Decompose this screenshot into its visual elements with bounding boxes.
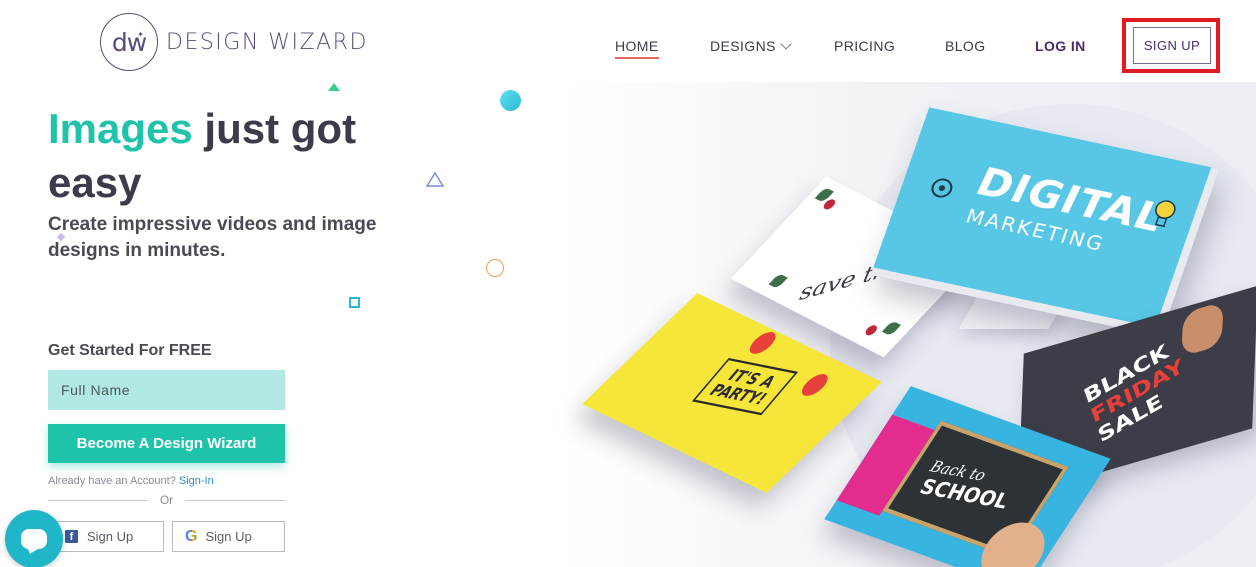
- hero-illustration: save the date DIGITAL MARKETING IT'S A P…: [580, 84, 1256, 567]
- divider-line-right: [185, 499, 285, 501]
- chevron-down-icon: [780, 38, 792, 50]
- nav-designs-label: DESIGNS: [710, 38, 776, 54]
- or-divider: Or: [48, 493, 285, 507]
- decor-circle-cyan: [500, 90, 521, 111]
- decor-triangle-outline: [426, 172, 444, 187]
- divider-line-left: [48, 499, 148, 501]
- leaf-decoration: [881, 320, 902, 337]
- chat-icon: [21, 529, 47, 549]
- party-sign: IT'S A PARTY!: [691, 357, 799, 416]
- sparkle-icon: ✦: [137, 30, 144, 39]
- logo-monogram: dw ✦: [100, 13, 158, 71]
- balloon-decoration: [796, 371, 833, 399]
- decor-circle-orange: [486, 259, 504, 277]
- black-friday-text: BLACK FRIDAY SALE: [1081, 337, 1193, 448]
- or-label: Or: [159, 493, 174, 507]
- become-wizard-button[interactable]: Become A Design Wizard: [48, 424, 285, 463]
- nav-blog-link[interactable]: BLOG: [945, 38, 986, 54]
- decor-square-cyan: [349, 297, 360, 308]
- nav-pricing-link[interactable]: PRICING: [834, 38, 895, 54]
- gear-icon: [931, 178, 953, 198]
- brand-logo[interactable]: dw ✦ DESIGN WIZARD: [100, 13, 368, 71]
- brand-name: DESIGN WIZARD: [166, 29, 368, 55]
- hero-subtitle: Create impressive videos and image desig…: [48, 214, 377, 261]
- balloon-decoration: [744, 329, 781, 357]
- account-prompt: Already have an Account? Sign-In: [48, 475, 214, 487]
- login-link[interactable]: LOG IN: [1035, 38, 1086, 54]
- facebook-signup-button[interactable]: f Sign Up: [52, 521, 164, 552]
- chat-widget-button[interactable]: [5, 510, 63, 567]
- flower-decoration: [863, 323, 880, 337]
- model-photo: [1181, 301, 1224, 357]
- hero-title: Images just got easy: [48, 102, 408, 210]
- full-name-input[interactable]: [48, 370, 285, 410]
- form-heading: Get Started For FREE: [48, 342, 212, 359]
- google-signup-label: Sign Up: [205, 529, 252, 544]
- signup-button[interactable]: SIGN UP: [1133, 27, 1211, 64]
- decor-triangle-green: [328, 83, 340, 91]
- nav-home-link[interactable]: HOME: [615, 38, 659, 59]
- landing-page: dw ✦ DESIGN WIZARD HOME DESIGNS PRICING …: [0, 0, 1256, 567]
- facebook-icon: f: [65, 530, 78, 543]
- leaf-decoration: [768, 273, 788, 289]
- google-icon: G: [185, 527, 198, 545]
- top-navigation: dw ✦ DESIGN WIZARD HOME DESIGNS PRICING …: [0, 0, 1256, 82]
- facebook-signup-label: Sign Up: [87, 529, 134, 544]
- account-prompt-text: Already have an Account?: [48, 475, 179, 487]
- nav-designs-dropdown[interactable]: DESIGNS: [710, 38, 792, 54]
- hero-title-accent: Images: [48, 105, 193, 152]
- google-signup-button[interactable]: G Sign Up: [172, 521, 285, 552]
- signin-link[interactable]: Sign-In: [179, 475, 214, 487]
